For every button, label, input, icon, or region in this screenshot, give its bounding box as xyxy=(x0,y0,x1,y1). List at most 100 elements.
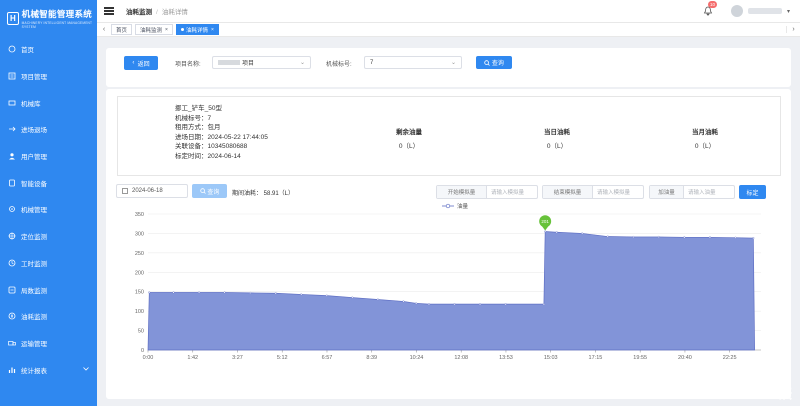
sidebar-item[interactable]: 工时监测 xyxy=(0,250,97,277)
tab-label: 首页 xyxy=(116,27,128,34)
close-icon[interactable]: × xyxy=(165,27,168,33)
tabs-scroll-right-icon[interactable]: › xyxy=(786,26,800,33)
sidebar-item[interactable]: 进场退场 xyxy=(0,116,97,143)
y-tick-label: 100 xyxy=(135,309,144,315)
sidebar-item[interactable]: 项目管理 xyxy=(0,63,97,90)
legend-marker xyxy=(445,203,451,209)
close-icon[interactable]: × xyxy=(211,27,214,33)
data-point xyxy=(504,303,507,306)
user-icon xyxy=(8,152,16,160)
main-content: ‹ 返回 项目名称: 项目 ⌄ 机械标号: 7 ⌄ 查询 挪工_铲车_50型 机械标… xyxy=(97,37,800,406)
chevron-down-icon: ⌄ xyxy=(450,60,456,66)
breadcrumb-item[interactable]: 油耗监测 xyxy=(126,9,152,16)
start-analog-input[interactable]: 请输入模拟量 xyxy=(487,186,524,198)
machine-select[interactable]: 7 ⌄ xyxy=(364,56,462,69)
sidebar-item[interactable]: 统计报表 xyxy=(0,356,97,383)
sidebar-item[interactable]: 油耗监测 xyxy=(0,303,97,330)
data-point xyxy=(415,302,418,305)
sidebar-item[interactable]: 机械管理 xyxy=(0,196,97,223)
x-tick-label: 17:15 xyxy=(589,355,603,361)
y-tick-label: 150 xyxy=(135,290,144,296)
calibrate-button[interactable]: 标定 xyxy=(739,185,766,199)
home-icon xyxy=(8,45,16,53)
report-icon xyxy=(8,366,16,374)
add-fuel-input[interactable]: 请输入油量 xyxy=(684,186,716,198)
sidebar-item[interactable]: 定位监测 xyxy=(0,223,97,250)
stat-daily: 当日油耗 0（L） xyxy=(544,129,570,150)
sidebar-item[interactable]: 首页 xyxy=(0,36,97,63)
machine-label: 机械标号: xyxy=(326,62,352,68)
logo-icon: H xyxy=(7,11,19,25)
chevron-down-icon xyxy=(83,366,89,373)
device-icon xyxy=(8,179,16,187)
data-point xyxy=(752,237,755,240)
sidebar-item-label: 用户管理 xyxy=(21,154,47,162)
x-tick-label: 15:03 xyxy=(544,355,558,361)
y-tick-label: 50 xyxy=(138,329,144,335)
back-button[interactable]: ‹ 返回 xyxy=(124,56,158,70)
data-point xyxy=(544,230,547,233)
end-analog-input[interactable]: 请输入模拟量 xyxy=(593,186,630,198)
y-tick-label: 250 xyxy=(135,251,144,257)
watermark-logo: 铁甲 xyxy=(777,385,794,402)
app-title: 机械智能管理系统 xyxy=(21,8,93,19)
y-tick-label: 200 xyxy=(135,270,144,276)
data-point xyxy=(300,293,303,296)
chevron-down-icon: ⌄ xyxy=(299,60,305,66)
sidebar-item-label: 进场退场 xyxy=(21,127,47,135)
sidebar-item-label: 项目管理 xyxy=(21,74,47,82)
tab-item[interactable]: 油耗详情 × xyxy=(175,24,219,35)
data-point xyxy=(402,300,405,303)
bell-icon[interactable]: 10 xyxy=(703,1,717,16)
sidebar-item-label: 工时监测 xyxy=(21,260,47,268)
sidebar-item-label: 机械库 xyxy=(21,100,41,108)
legend-label: 油量 xyxy=(457,202,469,210)
sidebar-item[interactable]: 用户管理 xyxy=(0,143,97,170)
data-point xyxy=(198,291,201,294)
start-analog-group: 开始模拟量 请输入模拟量 xyxy=(436,185,538,199)
project-select[interactable]: 项目 ⌄ xyxy=(212,56,311,69)
chevron-down-icon[interactable]: ▾ xyxy=(787,8,790,15)
username[interactable] xyxy=(747,8,782,14)
tab-item[interactable]: 首页 xyxy=(111,24,133,35)
data-point xyxy=(376,298,379,301)
fuel-icon xyxy=(8,312,16,320)
data-point xyxy=(657,235,660,238)
date-query-button[interactable]: 查询 xyxy=(192,184,227,198)
location-icon xyxy=(8,232,16,240)
x-tick-label: 20:40 xyxy=(678,355,692,361)
sidebar-item-label: 油耗监测 xyxy=(21,314,47,322)
sidebar-item-label: 定位监测 xyxy=(21,234,47,242)
data-point xyxy=(249,291,252,294)
data-point xyxy=(479,303,482,306)
breadcrumb: 油耗监测 / 油耗详情 xyxy=(126,9,188,16)
tab-item[interactable]: 油耗监测 × xyxy=(135,24,173,35)
data-point xyxy=(427,303,430,306)
data-point xyxy=(148,291,151,294)
start-analog-label: 开始模拟量 xyxy=(437,186,487,198)
data-point xyxy=(606,235,609,238)
query-button[interactable]: 查询 xyxy=(476,56,512,69)
date-picker[interactable]: 2024-06-18 xyxy=(116,184,188,198)
menu-toggle-icon[interactable] xyxy=(104,7,114,15)
period-consumption: 期间油耗： 58.91（L） xyxy=(232,191,295,197)
sidebar-item-label: 智能设备 xyxy=(21,180,47,188)
search-icon xyxy=(199,188,206,194)
data-point xyxy=(581,232,584,235)
sidebar-item-label: 首页 xyxy=(21,47,34,55)
calendar-icon xyxy=(122,188,128,194)
data-point xyxy=(734,236,737,239)
info-line: 挪工_铲车_50型 xyxy=(175,105,222,112)
data-point xyxy=(351,296,354,299)
sidebar-item[interactable]: 智能设备 xyxy=(0,169,97,196)
data-point xyxy=(172,291,175,294)
transport-icon xyxy=(8,339,16,347)
avatar[interactable] xyxy=(730,5,743,17)
x-tick-label: 3:27 xyxy=(232,355,243,361)
sidebar-item[interactable]: 局数监测 xyxy=(0,276,97,303)
sidebar-item[interactable]: 机械库 xyxy=(0,89,97,116)
tabs-scroll-left-icon[interactable]: ‹ xyxy=(97,26,111,33)
sidebar-item[interactable]: 运输管理 xyxy=(0,330,97,357)
x-tick-label: 8:39 xyxy=(366,355,377,361)
data-point xyxy=(708,236,711,239)
